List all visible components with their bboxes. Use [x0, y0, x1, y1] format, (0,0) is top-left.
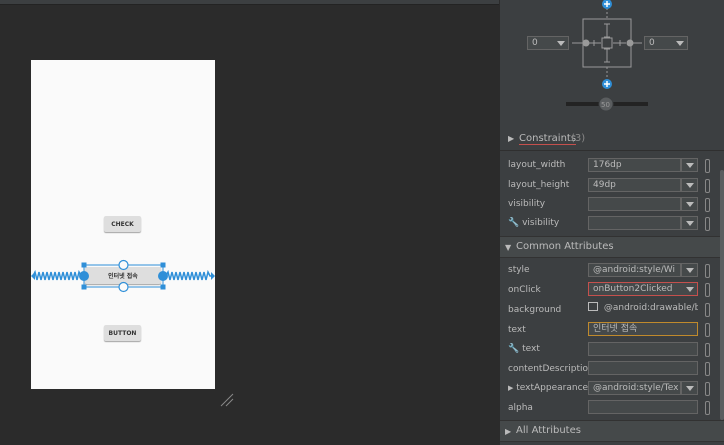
text-appearance-expand-icon: ▶ — [508, 384, 514, 392]
layout-height-chevron-icon[interactable] — [681, 178, 698, 192]
text-appearance-row[interactable]: ▶ textAppearance — [508, 383, 588, 393]
tools-text-pin-icon[interactable] — [705, 343, 710, 357]
style-field[interactable]: @android:style/Wi — [588, 263, 681, 277]
constraints-count: (3) — [571, 133, 586, 144]
anchor-bottom[interactable] — [118, 281, 129, 293]
text-field[interactable]: 인터넷 접속 — [588, 322, 698, 336]
left-constraint-arrow — [31, 272, 35, 280]
left-margin-chevron-icon — [556, 38, 566, 48]
content-description-label: contentDescription — [508, 364, 594, 374]
text-appearance-field[interactable]: @android:style/Tex — [588, 381, 681, 395]
alpha-pin-icon[interactable] — [705, 401, 710, 415]
anchor-top[interactable] — [118, 259, 129, 271]
onclick-chevron-icon[interactable] — [685, 284, 695, 294]
onclick-label: onClick — [508, 285, 541, 295]
all-attributes-title: All Attributes — [516, 425, 581, 436]
tools-text-wrench-icon: 🔧 — [508, 344, 520, 354]
common-attributes-collapse-icon: ▼ — [505, 243, 512, 252]
widget-left-dot[interactable] — [582, 39, 590, 47]
svg-text:50: 50 — [601, 101, 610, 109]
visibility-pin-icon[interactable] — [705, 198, 710, 212]
background-label: background — [508, 305, 562, 315]
common-attributes-header[interactable]: ▼ Common Attributes — [500, 236, 724, 258]
text-appearance-label: textAppearance — [516, 383, 589, 393]
visibility-label: visibility — [508, 199, 546, 209]
resize-handle-bottom-left[interactable] — [81, 284, 87, 290]
tools-visibility-chevron-icon[interactable] — [681, 216, 698, 230]
design-surface: CHECK 인터넷 접속 BUTTON — [0, 0, 499, 445]
tools-text-label: text — [522, 344, 540, 354]
all-attributes-header[interactable]: ▶ All Attributes — [500, 420, 724, 442]
layout-width-field[interactable]: 176dp — [588, 158, 681, 172]
constraints-expand-icon: ▶ — [508, 134, 515, 143]
common-attributes-title: Common Attributes — [516, 241, 614, 252]
widget-right-dot[interactable] — [626, 39, 634, 47]
layout-width-pin-icon[interactable] — [705, 159, 710, 173]
constraints-section-header[interactable]: ▶ Constraints (3) — [500, 131, 724, 149]
layout-width-label: layout_width — [508, 160, 566, 170]
tools-visibility-field[interactable] — [588, 216, 681, 230]
constraints-title: Constraints — [519, 133, 577, 145]
text-label: text — [508, 325, 526, 335]
resize-handle-top-right[interactable] — [160, 262, 166, 268]
text-appearance-chevron-icon[interactable] — [681, 381, 698, 395]
alpha-label: alpha — [508, 403, 533, 413]
tools-visibility-pin-icon[interactable] — [705, 217, 710, 231]
onclick-field[interactable]: onButton2Clicked — [588, 282, 698, 296]
anchor-right[interactable] — [158, 271, 168, 281]
all-attributes-expand-icon: ▶ — [505, 427, 512, 436]
tools-text-row: 🔧 text — [508, 344, 540, 354]
content-description-field[interactable] — [588, 361, 698, 375]
resize-handle-bottom-right[interactable] — [160, 284, 166, 290]
background-field[interactable]: @android:drawable/b — [588, 302, 698, 316]
left-margin-dropdown[interactable]: 0 — [527, 36, 569, 50]
text-appearance-pin-icon[interactable] — [705, 382, 710, 396]
content-description-pin-icon[interactable] — [705, 362, 710, 376]
layout-height-label: layout_height — [508, 180, 570, 190]
onclick-pin-icon[interactable] — [705, 283, 710, 297]
attributes-scrollbar[interactable] — [720, 170, 724, 420]
tools-text-field[interactable] — [588, 342, 698, 356]
resize-corner-icon[interactable] — [219, 392, 235, 408]
alpha-field[interactable] — [588, 400, 698, 414]
widget-scrollbar-track — [719, 0, 724, 125]
selection-overlay — [31, 259, 215, 293]
widget-inner-box — [601, 37, 613, 49]
background-pin-icon[interactable] — [705, 303, 710, 317]
right-margin-dropdown[interactable]: 0 — [644, 36, 688, 50]
tools-visibility-row: 🔧 visibility — [508, 218, 559, 228]
right-constraint-arrow — [211, 272, 215, 280]
layout-height-pin-icon[interactable] — [705, 179, 710, 193]
resize-handle-top-left[interactable] — [81, 262, 87, 268]
image-resource-icon — [588, 302, 598, 311]
right-constraint-spring — [163, 269, 213, 281]
left-constraint-spring — [32, 269, 84, 281]
attributes-panel: 50 0 0 ▶ Constraints (3) layout_width 17… — [499, 0, 724, 445]
style-label: style — [508, 265, 530, 275]
tools-wrench-icon: 🔧 — [508, 218, 520, 228]
text-pin-icon[interactable] — [705, 323, 710, 337]
layout-width-chevron-icon[interactable] — [681, 158, 698, 172]
style-chevron-icon[interactable] — [681, 263, 698, 277]
visibility-field[interactable] — [588, 197, 681, 211]
visibility-chevron-icon[interactable] — [681, 197, 698, 211]
anchor-left[interactable] — [79, 271, 89, 281]
layout-height-field[interactable]: 49dp — [588, 178, 681, 192]
right-margin-chevron-icon — [675, 38, 685, 48]
tools-visibility-label: visibility — [522, 218, 560, 228]
style-pin-icon[interactable] — [705, 264, 710, 278]
